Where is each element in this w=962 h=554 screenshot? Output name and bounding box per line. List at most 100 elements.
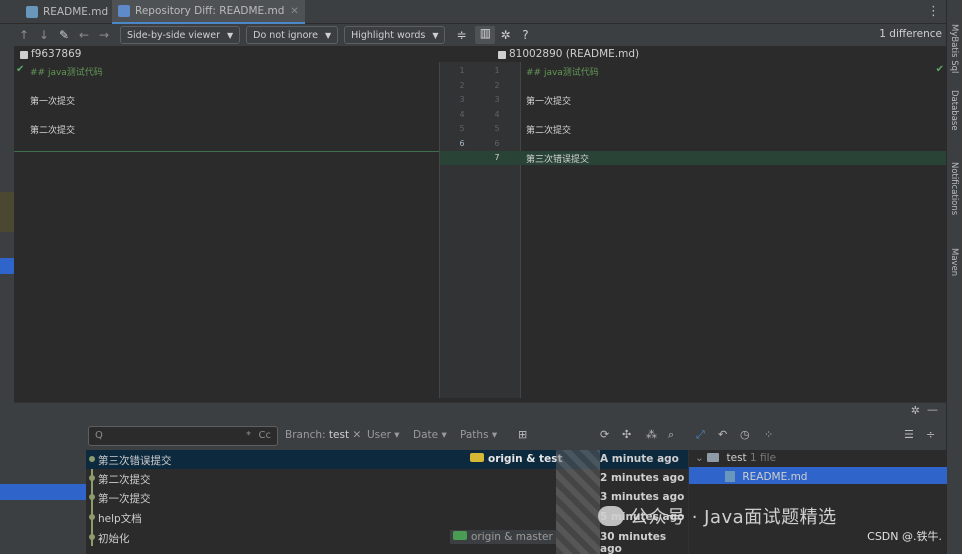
tool-window-database[interactable]: Database — [949, 90, 959, 131]
close-icon[interactable]: ✕ — [290, 6, 298, 17]
editor-tab-bar: README.md ✕ Repository Diff: README.md ✕… — [0, 0, 962, 24]
search-icon[interactable]: ⌕ — [668, 428, 674, 442]
cherry-pick-icon[interactable]: ✣ — [622, 428, 631, 441]
left-line-number: 1 — [459, 66, 465, 75]
match-case-icon[interactable]: Cc — [259, 430, 271, 441]
markdown-file-icon — [725, 471, 735, 482]
refresh-icon[interactable]: ⟳ — [600, 428, 609, 441]
right-line-number: 7 — [494, 153, 500, 162]
code-line: 第二次提交 — [526, 126, 572, 136]
commit-node — [89, 456, 95, 462]
edit-source-icon[interactable]: ✎ — [54, 28, 74, 42]
chevron-down-icon: ▼ — [432, 30, 439, 40]
right-editor[interactable]: ✔ ## java测试代码 第一次提交 第二次提交 第三次错误提交 — [521, 62, 946, 398]
commit-node — [89, 494, 95, 500]
group-by-icon[interactable]: ⁘ — [764, 428, 773, 441]
chevron-down-icon: ▼ — [227, 30, 234, 40]
commit-message: 第二次提交 — [98, 474, 151, 486]
forward-icon[interactable]: → — [94, 28, 114, 42]
tab-repository-diff[interactable]: Repository Diff: README.md ✕ — [112, 0, 305, 24]
folder-name: test — [726, 452, 747, 464]
code-line: 第一次提交 — [30, 97, 76, 107]
diff-toolbar: ↑ ↓ ✎ ← → Side-by-side viewer ▼ Do not ig… — [14, 24, 946, 46]
commit-message: 初始化 — [98, 533, 130, 545]
history-icon[interactable]: ◷ — [740, 428, 750, 441]
left-line-number: 3 — [459, 95, 465, 104]
back-icon[interactable]: ← — [74, 28, 94, 42]
tab-label: README.md — [43, 6, 109, 18]
left-line-number: 4 — [459, 110, 465, 119]
deleted-line-marker — [14, 151, 439, 152]
paths-filter[interactable]: Paths ▾ — [460, 429, 497, 441]
commit-node — [89, 475, 95, 481]
code-line: ## java测试代码 — [30, 68, 103, 78]
right-line-number: 3 — [494, 95, 500, 104]
selected-branch[interactable] — [0, 484, 86, 500]
commit-list: 第三次错误提交 origin & test A minute ago 第二次提交… — [86, 450, 688, 554]
file-row[interactable]: README.md — [689, 467, 947, 484]
branch-filter[interactable]: Branch: test ✕ — [285, 429, 361, 441]
expand-all-icon[interactable]: ☰ — [904, 428, 914, 441]
right-line-number: 2 — [494, 81, 500, 90]
code-line: 第二次提交 — [30, 126, 76, 136]
gear-icon[interactable]: ✲ — [911, 404, 920, 417]
help-button[interactable]: ? — [515, 28, 535, 42]
viewer-select-value: Side-by-side viewer — [127, 29, 220, 41]
wechat-logo-icon — [598, 506, 624, 526]
viewer-select[interactable]: Side-by-side viewer ▼ — [120, 26, 241, 44]
lock-icon — [498, 51, 506, 59]
date-filter-label: Date — [413, 429, 439, 441]
commit-node — [89, 514, 95, 520]
revert-icon[interactable]: ↶ — [718, 428, 727, 441]
regex-toggle-icon[interactable]: * — [246, 430, 251, 441]
paths-filter-label: Paths — [460, 429, 489, 441]
whitespace-select-value: Do not ignore — [253, 29, 318, 41]
branch-ref: origin & master — [450, 530, 556, 544]
tag-icon — [453, 531, 467, 540]
highlight-select[interactable]: Highlight words ▼ — [344, 26, 446, 44]
tool-window-maven[interactable]: Maven — [949, 248, 959, 276]
user-filter[interactable]: User ▾ — [367, 429, 400, 441]
sync-scroll-icon[interactable]: ▥ — [475, 26, 496, 44]
collapse-unchanged-icon[interactable]: ≑ — [451, 28, 471, 42]
git-panel-header: ✲ — — [14, 402, 946, 418]
commit-message: 第三次错误提交 — [98, 455, 172, 467]
tag-icon — [470, 453, 484, 462]
more-options-icon[interactable]: ⋮ — [927, 4, 940, 19]
collapse-all-icon[interactable]: ÷ — [926, 428, 935, 441]
tool-window-mybatis[interactable]: MyBatis Sql — [949, 24, 959, 73]
right-line-number: 5 — [494, 124, 500, 133]
folder-row[interactable]: ⌄ test 1 file — [689, 450, 947, 467]
redacted-author-column — [556, 450, 600, 554]
next-difference-icon[interactable]: ↓ — [34, 28, 54, 42]
commit-search-input[interactable]: Q * Cc — [88, 426, 278, 446]
previous-difference-icon[interactable]: ↑ — [14, 28, 34, 42]
log-filter-bar: Q * Cc Branch: test ✕ User ▾ Date ▾ Path… — [0, 418, 946, 450]
settings-gear-icon[interactable]: ✲ — [495, 28, 515, 42]
commit-time: 30 minutes ago — [600, 531, 667, 554]
graph-options-icon[interactable]: ⁂ — [646, 428, 657, 441]
user-filter-label: User — [367, 429, 391, 441]
left-editor[interactable]: ✔ ## java测试代码 第一次提交 第二次提交 — [14, 62, 439, 398]
wechat-watermark: 公众号 · Java面试题精选 — [598, 503, 837, 529]
left-line-number: 6 — [459, 139, 465, 148]
file-name: README.md — [742, 471, 808, 483]
new-tab-icon[interactable]: ⊞ — [518, 428, 527, 441]
commit-node — [89, 534, 95, 540]
branch-filter-value: test — [328, 429, 350, 441]
code-line: ## java测试代码 — [526, 68, 599, 78]
left-revision-label: f9637869 — [31, 48, 82, 60]
left-strip-mark — [0, 192, 14, 232]
minimize-icon[interactable]: — — [927, 403, 938, 416]
close-icon[interactable]: ✕ — [352, 429, 361, 441]
diff-gutter: 1 2 3 4 5 6 1 2 3 4 5 6 7 — [439, 62, 522, 398]
date-filter[interactable]: Date ▾ — [413, 429, 447, 441]
folder-file-count: 1 file — [750, 452, 777, 464]
branch-filter-label: Branch: — [285, 429, 326, 441]
right-line-number: 1 — [494, 66, 500, 75]
tool-window-notifications[interactable]: Notifications — [949, 162, 959, 215]
show-diff-icon[interactable]: ⤢ — [696, 428, 705, 442]
whitespace-select[interactable]: Do not ignore ▼ — [246, 26, 339, 44]
folder-icon — [707, 453, 720, 462]
right-tool-strip: MyBatis Sql Database Notifications Maven — [946, 0, 962, 554]
